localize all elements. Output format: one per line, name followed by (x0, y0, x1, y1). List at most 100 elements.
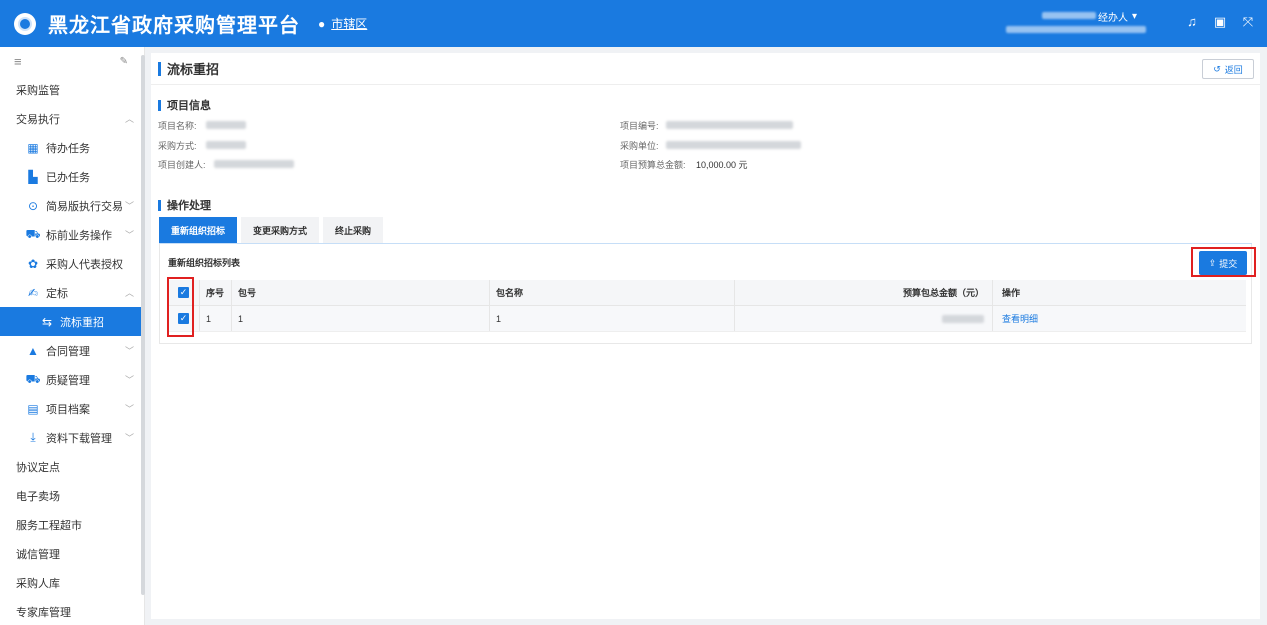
project-budget-value: 10,000.00 元 (696, 160, 748, 170)
view-detail-link[interactable]: 查看明细 (1002, 312, 1038, 325)
sidebar-item-rebid[interactable]: ⇆ 流标重招 (0, 307, 144, 336)
section-accent-bar (158, 99, 161, 111)
chevron-up-icon: ︿ (124, 288, 134, 298)
sidebar-item-done-tasks[interactable]: ▙ 已办任务 (0, 162, 144, 191)
archive-icon: ▤ (27, 401, 39, 416)
sidebar-item-purchase-supervision[interactable]: 采购监管 (0, 75, 144, 104)
row-package-name: 1 (490, 306, 735, 331)
sidebar-item-purchaser-library[interactable]: 采购人库 (0, 568, 144, 597)
sidebar-item-label: 采购监管 (16, 84, 60, 97)
user-name-redacted (1042, 12, 1096, 19)
tab-reorganize-bidding[interactable]: 重新组织招标 (159, 217, 238, 243)
sidebar-item-label: 服务工程超市 (16, 519, 82, 532)
row-operation: 查看明细 (993, 306, 1246, 331)
sidebar: ≡ ✎ 采购监管 交易执行 ︿ ▦ 待办任务 ▙ 已办任务 ⊙ 简易版执行交易 ﹀ ⛟ 标前… (0, 47, 145, 625)
project-name-redacted (206, 121, 246, 129)
region-label: 市辖区 (331, 17, 368, 31)
sidebar-item-award[interactable]: ✍ 定标 ︿ (0, 278, 144, 307)
sidebar-item-label: 定标 (46, 287, 68, 300)
app-title: 黑龙江省政府采购管理平台 (48, 13, 300, 37)
top-header: 黑龙江省政府采购管理平台 ● 市辖区 经办人 ▾ ♫ ▣ ⤧ ⏻ (0, 0, 1267, 47)
sidebar-item-representative-auth[interactable]: ✿ 采购人代表授权 (0, 249, 144, 278)
gear-icon: ✿ (27, 256, 39, 271)
emblem-logo (14, 12, 36, 35)
page-header: 流标重招 (151, 53, 1260, 85)
cart-icon: ⛟ (25, 371, 41, 386)
project-code-label: 项目编号: (620, 121, 659, 131)
back-button[interactable]: ↺ 返回 (1202, 59, 1254, 79)
sidebar-item-project-archive[interactable]: ▤ 项目档案 ﹀ (0, 394, 144, 423)
row-package-no: 1 (232, 306, 490, 331)
sidebar-item-inquiry-management[interactable]: ⛟ 质疑管理 ﹀ (0, 365, 144, 394)
sidebar-scrollbar[interactable] (141, 55, 145, 595)
todo-task-icon: ▦ (27, 140, 39, 155)
header-package-no: 包号 (232, 280, 490, 305)
purchase-unit-redacted (666, 141, 801, 149)
chevron-down-icon: ﹀ (124, 201, 134, 211)
sidebar-item-trade-execution[interactable]: 交易执行 ︿ (0, 104, 144, 133)
fullscreen-icon[interactable]: ⤧ (1241, 14, 1255, 30)
done-task-icon: ▙ (28, 169, 38, 184)
screen-icon[interactable]: ▣ (1213, 14, 1227, 30)
header-toolbar: ♫ ▣ ⤧ ⏻ (1185, 14, 1267, 30)
sidebar-item-download-management[interactable]: ⤓ 资料下载管理 ﹀ (0, 423, 144, 452)
sidebar-item-e-mall[interactable]: 电子卖场 (0, 481, 144, 510)
main-content: 流标重招 ↺ 返回 项目信息 项目名称: 采购方式: 项目创建人: 项目编号: … (151, 53, 1260, 619)
user-role-dropdown[interactable]: 经办人 ▾ (1098, 9, 1137, 24)
title-accent-bar (158, 61, 161, 76)
lock-icon: ▲ (27, 343, 39, 358)
rebid-list-panel: 重新组织招标列表 ⇪ 提交 ✓ 序号 包号 包名称 预算包总金额（元） 操作 ✓… (159, 244, 1256, 344)
sidebar-item-credit-management[interactable]: 诚信管理 (0, 539, 144, 568)
submit-highlight-box (1191, 247, 1256, 277)
chevron-down-icon: ﹀ (124, 433, 134, 443)
project-name-label: 项目名称: (158, 121, 197, 131)
sidebar-item-contract-management[interactable]: ▲ 合同管理 ﹀ (0, 336, 144, 365)
sidebar-item-agreement[interactable]: 协议定点 (0, 452, 144, 481)
chevron-down-icon: ﹀ (124, 375, 134, 385)
sidebar-item-label: 项目档案 (46, 403, 90, 416)
sidebar-item-label: 合同管理 (46, 345, 90, 358)
sidebar-item-label: 资料下载管理 (46, 432, 112, 445)
sidebar-item-label: 质疑管理 (46, 374, 90, 387)
project-creator-redacted (214, 160, 294, 168)
sidebar-item-expert-library[interactable]: 专家库管理 (0, 597, 144, 625)
section-title-text: 项目信息 (167, 100, 211, 112)
sidebar-item-service-market[interactable]: 服务工程超市 (0, 510, 144, 539)
sidebar-item-label: 专家库管理 (16, 606, 71, 619)
sidebar-item-label: 协议定点 (16, 461, 60, 474)
sidebar-toolbar: ≡ ✎ (0, 47, 144, 75)
header-operation: 操作 (1002, 288, 1021, 298)
sidebar-item-pre-bid-operations[interactable]: ⛟ 标前业务操作 ﹀ (0, 220, 144, 249)
section-accent-bar (158, 199, 161, 211)
sidebar-item-label: 诚信管理 (16, 548, 60, 561)
budget-amount-redacted (942, 314, 984, 323)
menu-toggle-icon[interactable]: ≡ (14, 54, 22, 69)
play-circle-icon: ⊙ (27, 198, 39, 213)
user-role-label: 经办人 (1098, 13, 1128, 24)
notification-bell-icon[interactable]: ♫ (1185, 14, 1199, 30)
user-info[interactable]: 经办人 ▾ (1006, 9, 1146, 39)
sidebar-item-simple-execution[interactable]: ⊙ 简易版执行交易 ﹀ (0, 191, 144, 220)
table-row: ✓ 1 1 1 查看明细 (168, 306, 1246, 332)
project-creator-label: 项目创建人: (158, 160, 206, 170)
sidebar-item-label: 简易版执行交易 (46, 200, 123, 213)
operation-tabs: 重新组织招标 变更采购方式 终止采购 (159, 217, 387, 243)
award-icon: ✍ (27, 285, 39, 300)
pin-icon[interactable]: ✎ (120, 56, 128, 67)
list-title: 重新组织招标列表 (168, 258, 241, 268)
purchase-method-redacted (206, 141, 246, 149)
sidebar-item-label: 采购人库 (16, 577, 60, 590)
operation-title: 操作处理 (158, 197, 211, 213)
region-selector[interactable]: ● 市辖区 (318, 15, 367, 32)
sidebar-item-label: 交易执行 (16, 113, 60, 126)
chevron-down-icon: ﹀ (124, 404, 134, 414)
tab-change-method[interactable]: 变更采购方式 (241, 217, 320, 243)
sidebar-item-label: 待办任务 (46, 142, 90, 155)
sidebar-item-label: 采购人代表授权 (46, 258, 123, 271)
tab-terminate-purchase[interactable]: 终止采购 (323, 217, 384, 243)
sidebar-item-todo-tasks[interactable]: ▦ 待办任务 (0, 133, 144, 162)
project-code-redacted (666, 121, 793, 129)
back-arrow-icon: ↺ (1213, 63, 1221, 74)
project-info-title: 项目信息 (158, 97, 211, 113)
header-package-name: 包名称 (490, 280, 735, 305)
